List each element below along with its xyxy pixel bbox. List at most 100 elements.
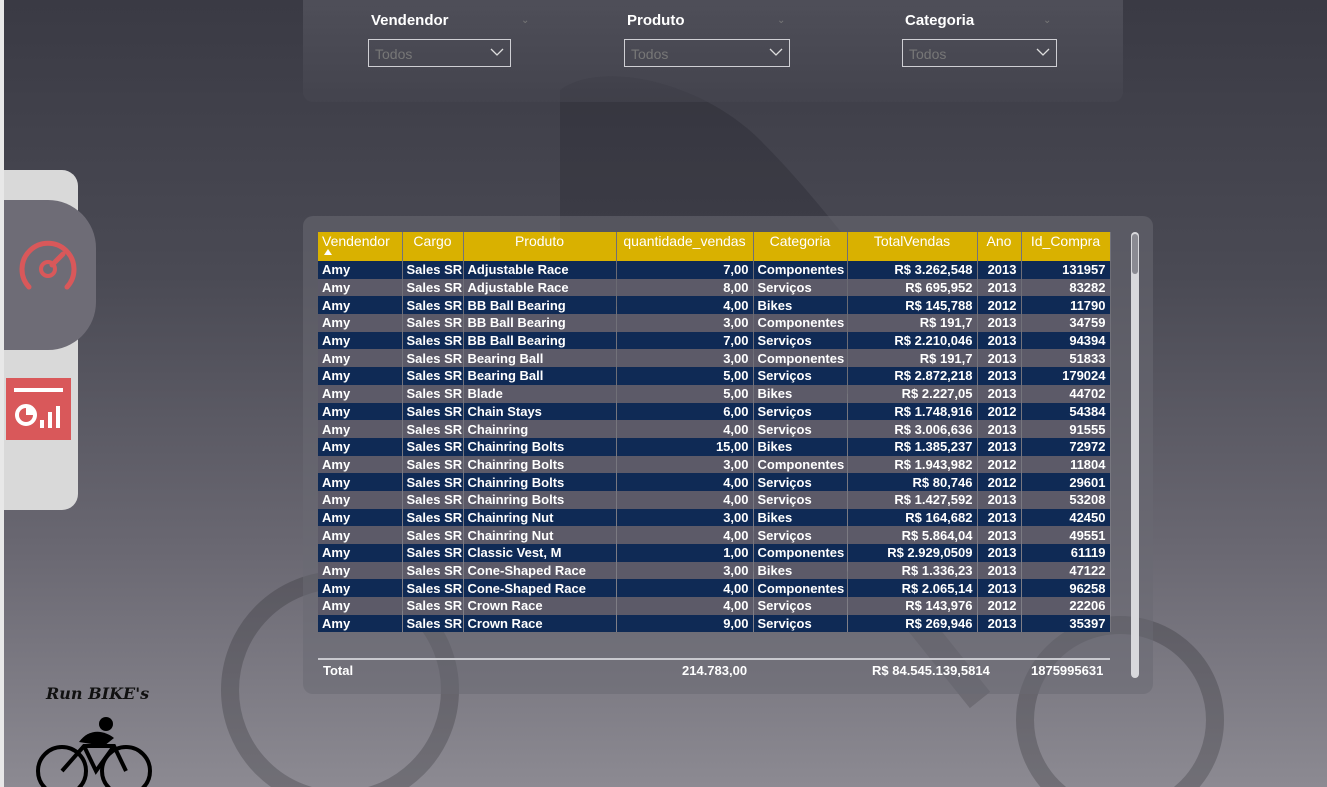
chevron-down-icon[interactable]: ⌄ [1043,15,1053,26]
sort-ascending-icon[interactable] [324,249,332,255]
chevron-down-icon [490,48,504,56]
table-header-row: Vendendor Cargo Produto quantidade_vendas Ca… [318,232,1111,261]
table-row[interactable]: Amy Sales SR Crown Race 4,00 Serviços R$ 143,… [318,597,1111,615]
table-cell-totalvendas: R$ 2.210,046 [847,331,978,350]
table-cell-quantidade-vendas: 3,00 [616,314,754,332]
table-cell-produto: Bearing Ball [463,367,617,385]
scrollbar-thumb[interactable] [1132,234,1138,274]
table-cell-produto: BB Ball Bearing [463,314,617,332]
table-cell-categoria: Componentes [753,455,848,474]
table-cell-cargo: Sales SR [402,349,464,368]
column-header-produto[interactable]: Produto [463,232,617,261]
table-cell-cargo: Sales SR [402,437,464,456]
column-header-categoria[interactable]: Categoria [753,232,848,261]
table-cell-ano: 2013 [977,561,1022,580]
table-cell-ano: 2013 [977,614,1022,633]
table-row[interactable]: Amy Sales SR Chainring Bolts 15,00 Bikes R$ 1… [318,437,1111,456]
table-cell-totalvendas: R$ 191,7 [847,349,978,368]
table-cell-totalvendas: R$ 143,976 [847,597,978,615]
table-cell-id-compra: 47122 [1021,561,1111,580]
table-cell-ano: 2013 [977,261,1022,279]
column-header-cargo[interactable]: Cargo [402,232,464,261]
table-cell-cargo: Sales SR [402,314,464,332]
table-row[interactable]: Amy Sales SR Bearing Ball 5,00 Serviços R$ 2.… [318,367,1111,385]
table-cell-produto: Chainring Bolts [463,437,617,456]
table-row[interactable]: Amy Sales SR Adjustable Race 7,00 Componente… [318,261,1111,279]
table-cell-cargo: Sales SR [402,384,464,403]
table-cell-ano: 2012 [977,296,1022,315]
table-cell-totalvendas: R$ 5.864,04 [847,526,978,544]
table-cell-produto: BB Ball Bearing [463,331,617,350]
table-cell-ano: 2013 [977,384,1022,403]
table-row[interactable]: Amy Sales SR BB Ball Bearing 4,00 Bikes R$ 14… [318,296,1111,315]
vendendor-dropdown[interactable]: Todos [368,39,511,67]
table-cell-vendendor: Amy [318,296,403,315]
table-cell-totalvendas: R$ 2.872,218 [847,367,978,385]
table-cell-produto: Chain Stays [463,402,617,421]
table-row[interactable]: Amy Sales SR Cone-Shaped Race 3,00 Bikes R$ 1… [318,561,1111,580]
table-row[interactable]: Amy Sales SR BB Ball Bearing 7,00 Serviços R$… [318,331,1111,350]
table-cell-categoria: Serviços [753,614,848,633]
table-cell-produto: Cone-Shaped Race [463,561,617,580]
table-row[interactable]: Amy Sales SR Cone-Shaped Race 4,00 Component… [318,579,1111,598]
table-cell-cargo: Sales SR [402,597,464,615]
column-header-label: quantidade_vendas [623,233,746,249]
table-cell-quantidade-vendas: 9,00 [616,614,754,633]
total-label: Total [323,663,354,678]
categoria-dropdown[interactable]: Todos [902,39,1057,67]
table-cell-vendendor: Amy [318,455,403,474]
table-cell-id-compra: 91555 [1021,420,1111,438]
table-cell-vendendor: Amy [318,544,403,562]
table-row[interactable]: Amy Sales SR Chainring Bolts 4,00 Serviços R$… [318,490,1111,509]
table-cell-vendendor: Amy [318,384,403,403]
table-cell-quantidade-vendas: 3,00 [616,561,754,580]
table-cell-quantidade-vendas: 7,00 [616,261,754,279]
column-header-ano[interactable]: Ano [977,232,1022,261]
table-row[interactable]: Amy Sales SR Chainring 4,00 Serviços R$ 3.006… [318,420,1111,438]
table-cell-id-compra: 61119 [1021,544,1111,562]
gauge-icon[interactable] [17,239,79,297]
table-row[interactable]: Amy Sales SR Chainring Bolts 3,00 Componente… [318,455,1111,474]
table-cell-quantidade-vendas: 4,00 [616,473,754,491]
table-cell-ano: 2013 [977,437,1022,456]
table-cell-vendendor: Amy [318,508,403,527]
table-cell-id-compra: 29601 [1021,473,1111,491]
table-row[interactable]: Amy Sales SR Chainring Bolts 4,00 Serviços R$… [318,473,1111,491]
column-header-id-compra[interactable]: Id_Compra [1021,232,1111,261]
table-row[interactable]: Amy Sales SR Blade 5,00 Bikes R$ 2.227,05 2013… [318,384,1111,403]
table-cell-ano: 2013 [977,526,1022,544]
table-cell-vendendor: Amy [318,490,403,509]
chevron-down-icon[interactable]: ⌄ [777,15,787,26]
table-cell-cargo: Sales SR [402,473,464,491]
report-chart-icon[interactable] [6,378,71,440]
table-cell-produto: Blade [463,384,617,403]
table-cell-categoria: Componentes [753,349,848,368]
table-cell-id-compra: 94394 [1021,331,1111,350]
table-row[interactable]: Amy Sales SR Crown Race 9,00 Serviços R$ 269,… [318,614,1111,633]
chevron-down-icon[interactable]: ⌄ [521,15,531,26]
table-cell-totalvendas: R$ 3.006,636 [847,420,978,438]
table-cell-cargo: Sales SR [402,420,464,438]
table-cell-vendendor: Amy [318,597,403,615]
table-row[interactable]: Amy Sales SR BB Ball Bearing 3,00 Componente… [318,314,1111,332]
column-header-vendendor[interactable]: Vendendor [318,232,403,261]
table-cell-categoria: Bikes [753,384,848,403]
table-row[interactable]: Amy Sales SR Chain Stays 6,00 Serviços R$ 1.7… [318,402,1111,421]
table-row[interactable]: Amy Sales SR Chainring Nut 3,00 Bikes R$ 164,… [318,508,1111,527]
table-scrollbar[interactable] [1131,232,1139,678]
table-cell-categoria: Serviços [753,402,848,421]
table-cell-quantidade-vendas: 4,00 [616,420,754,438]
brand-title: Run BIKE's [46,684,150,703]
produto-dropdown[interactable]: Todos [624,39,790,67]
table-row[interactable]: Amy Sales SR Chainring Nut 4,00 Serviços R$ 5… [318,526,1111,544]
table-cell-categoria: Serviços [753,367,848,385]
table-cell-cargo: Sales SR [402,367,464,385]
table-cell-id-compra: 34759 [1021,314,1111,332]
table-cell-totalvendas: R$ 3.262,548 [847,261,978,279]
column-header-totalvendas[interactable]: TotalVendas [847,232,978,261]
filter-vendendor-label: Vendendor [371,12,449,29]
table-row[interactable]: Amy Sales SR Bearing Ball 3,00 Componentes R$… [318,349,1111,368]
table-row[interactable]: Amy Sales SR Adjustable Race 8,00 Serviços R$… [318,278,1111,297]
table-row[interactable]: Amy Sales SR Classic Vest, M 1,00 Componente… [318,544,1111,562]
column-header-quantidade-vendas[interactable]: quantidade_vendas [616,232,754,261]
